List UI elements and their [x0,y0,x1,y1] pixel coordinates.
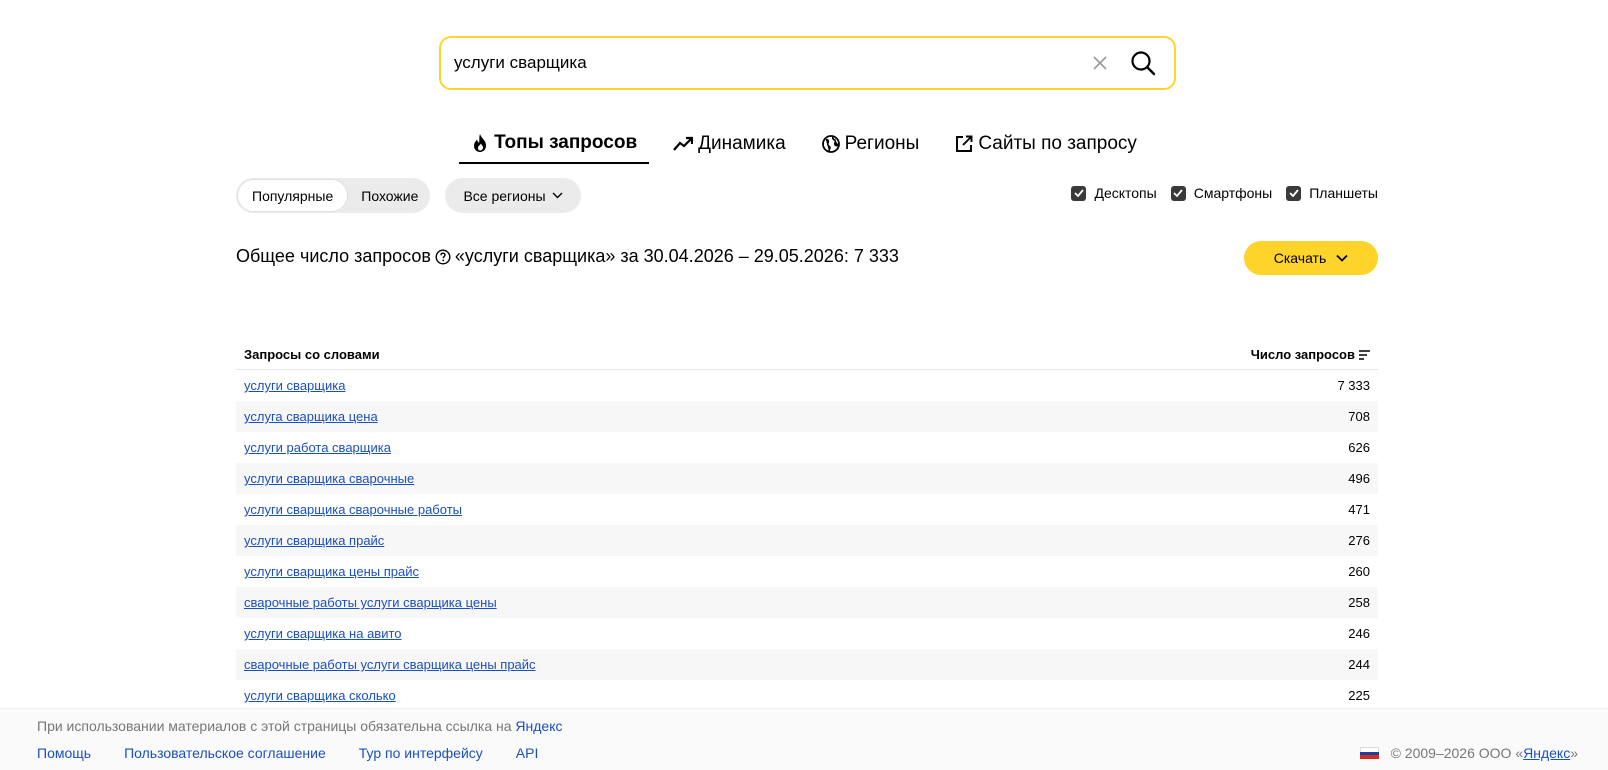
query-count: 260 [1348,564,1370,579]
tab-tops-label: Топы запросов [494,132,638,153]
device-filters: Десктопы Смартфоны Планшеты [1071,185,1378,201]
device-tablet-checkbox[interactable]: Планшеты [1286,185,1378,201]
tab-dynamics[interactable]: Динамика [661,128,798,164]
table-body: услуги сварщика 7 333 услуга сварщика цена… [236,370,1378,711]
query-link[interactable]: услуги сварщика цены прайс [244,564,419,579]
table-row: услуги сварщика сварочные работы 471 [236,494,1378,525]
query-count: 276 [1348,533,1370,548]
tab-sites[interactable]: Сайты по запросу [943,128,1149,164]
trend-icon [673,136,694,151]
table-row: сварочные работы услуги сварщика цены пр… [236,649,1378,680]
device-desktop-label: Десктопы [1094,185,1157,201]
table-row: услуги сварщика прайс 276 [236,525,1378,556]
chevron-down-icon [1336,254,1348,262]
query-count: 471 [1348,502,1370,517]
sort-icon [1359,349,1370,360]
fire-icon [474,134,487,152]
table-row: сварочные работы услуги сварщика цены 258 [236,587,1378,618]
footer-copyright: © 2009–2026 ООО «Яндекс» [1359,745,1578,761]
device-smartphone-checkbox[interactable]: Смартфоны [1170,185,1273,201]
query-link[interactable]: услуги сварщика сколько [244,688,396,703]
tab-tops[interactable]: Топы запросов [459,128,650,164]
russia-flag-icon [1359,747,1379,760]
external-link-icon [956,135,973,152]
query-link[interactable]: услуги работа сварщика [244,440,391,455]
column-header-query: Запросы со словами [244,347,380,362]
summary-detail: «услуги сварщика» за 30.04.2026 – 29.05.… [454,246,899,266]
query-link[interactable]: сварочные работы услуги сварщика цены [244,595,497,610]
table-row: услуги сварщика сварочные 496 [236,463,1378,494]
table-header: Запросы со словами Число запросов [236,340,1378,370]
query-count: 7 333 [1337,378,1370,393]
footer-link-agreement[interactable]: Пользовательское соглашение [124,745,326,761]
query-count: 496 [1348,471,1370,486]
column-header-count[interactable]: Число запросов [1251,347,1370,362]
tab-regions[interactable]: Регионы [810,128,932,164]
summary-label: Общее число запросов [236,246,431,266]
footer: При использовании материалов с этой стра… [0,708,1608,770]
query-count: 244 [1348,657,1370,672]
column-header-count-label: Число запросов [1250,347,1355,362]
total-summary: Общее число запросов «услуги сварщика» з… [236,246,899,267]
tab-dynamics-label: Динамика [698,133,786,154]
query-link[interactable]: услуги сварщика [244,378,345,393]
copyright-yandex-link[interactable]: Яндекс [1523,745,1570,761]
query-count: 225 [1348,688,1370,703]
checkbox-checked-icon [1286,185,1302,201]
footer-note: При использовании материалов с этой стра… [37,718,563,734]
region-select-label: Все регионы [463,187,546,204]
chevron-down-icon [552,192,563,199]
queries-table: Запросы со словами Число запросов услуги… [236,340,1378,711]
copyright-text: © 2009–2026 ООО «Яндекс» [1390,745,1578,761]
mode-popular-button[interactable]: Популярные [238,180,348,211]
search-icon[interactable] [1126,46,1160,80]
table-row: услуги работа сварщика 626 [236,432,1378,463]
device-desktop-checkbox[interactable]: Десктопы [1071,185,1157,201]
footer-link-tour[interactable]: Тур по интерфейсу [359,745,483,761]
footer-link-help[interactable]: Помощь [37,745,91,761]
device-smartphone-label: Смартфоны [1193,185,1273,201]
download-button-label: Скачать [1273,250,1327,266]
device-tablet-label: Планшеты [1309,185,1378,201]
query-count: 258 [1348,595,1370,610]
footer-links: Помощь Пользовательское соглашение Тур п… [37,745,538,761]
checkbox-checked-icon [1071,185,1087,201]
query-link[interactable]: услуги сварщика на авито [244,626,402,641]
table-row: услуги сварщика на авито 246 [236,618,1378,649]
footer-note-text: При использовании материалов с этой стра… [37,718,512,734]
mode-similar-button[interactable]: Похожие [347,180,432,211]
mode-switch: Популярные Похожие [236,178,430,213]
query-count: 246 [1348,626,1370,641]
query-link[interactable]: услуги сварщика прайс [244,533,384,548]
globe-icon [821,135,840,153]
tabs: Топы запросов Динамика Регионы Сайты по … [0,128,1608,164]
clear-icon[interactable] [1084,47,1116,79]
query-link[interactable]: услуги сварщика сварочные [244,471,414,486]
table-row: услуги сварщика 7 333 [236,370,1378,401]
checkbox-checked-icon [1170,185,1186,201]
download-button[interactable]: Скачать [1244,241,1378,275]
tab-sites-label: Сайты по запросу [978,133,1137,154]
query-count: 626 [1348,440,1370,455]
search-input[interactable] [454,38,1084,88]
region-select[interactable]: Все регионы [445,178,581,213]
query-link[interactable]: услуги сварщика сварочные работы [244,502,462,517]
search-bar [439,36,1176,90]
query-link[interactable]: услуга сварщика цена [244,409,378,424]
table-row: услуги сварщика сколько 225 [236,680,1378,711]
help-icon[interactable] [435,248,451,265]
tab-regions-label: Регионы [844,133,920,154]
query-count: 708 [1348,409,1370,424]
table-row: услуги сварщика цены прайс 260 [236,556,1378,587]
query-link[interactable]: сварочные работы услуги сварщика цены пр… [244,657,536,672]
footer-link-api[interactable]: API [516,745,539,761]
footer-yandex-link[interactable]: Яндекс [515,718,562,734]
table-row: услуга сварщика цена 708 [236,401,1378,432]
